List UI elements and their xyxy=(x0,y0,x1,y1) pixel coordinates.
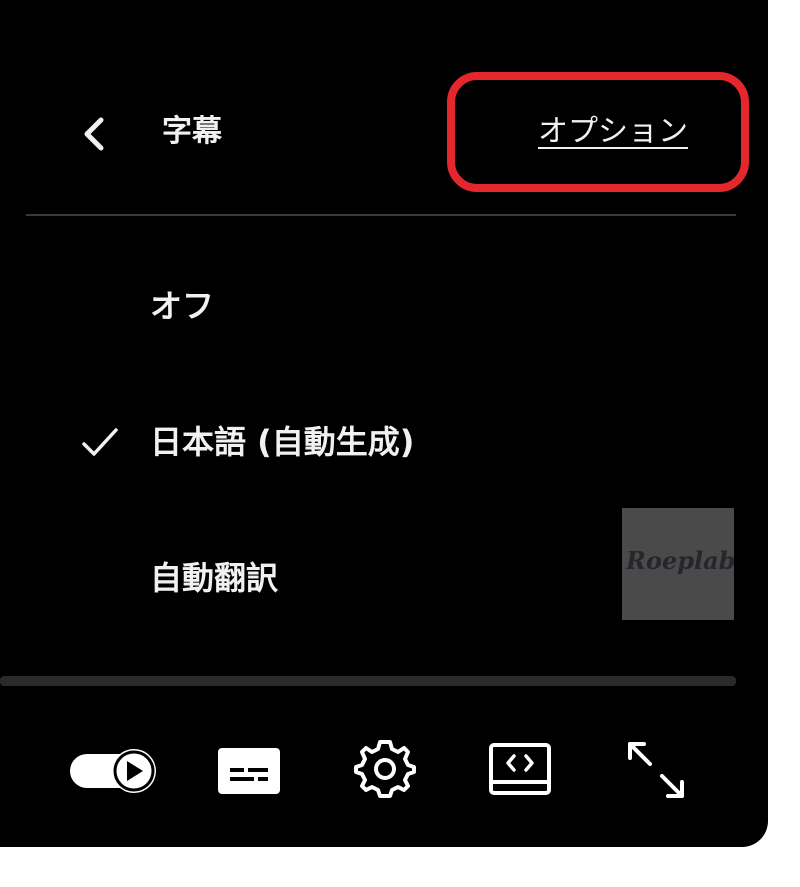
menu-header: 字幕 オプション xyxy=(0,0,768,215)
menu-item-off[interactable]: オフ xyxy=(0,256,768,356)
theater-mode-icon xyxy=(489,743,551,795)
autoplay-toggle-icon xyxy=(70,749,156,793)
options-link[interactable]: オプション xyxy=(538,110,688,154)
menu-item-label: 自動翻訳 xyxy=(150,559,279,597)
autoplay-toggle[interactable] xyxy=(70,748,158,794)
back-button[interactable] xyxy=(68,108,120,160)
menu-item-label: オフ xyxy=(150,287,215,325)
settings-button[interactable] xyxy=(352,736,418,802)
player-controls xyxy=(0,720,768,820)
theater-mode-button[interactable] xyxy=(488,742,552,796)
progress-bar[interactable] xyxy=(0,676,736,686)
subtitles-icon xyxy=(218,748,280,794)
menu-item-japanese-auto[interactable]: 日本語 (自動生成) xyxy=(0,392,768,492)
chevron-left-icon xyxy=(84,117,104,151)
header-divider xyxy=(26,214,736,216)
settings-gear-icon xyxy=(354,740,416,798)
menu-item-label: 日本語 (自動生成) xyxy=(150,423,415,461)
watermark-logo: Roeplab xyxy=(626,546,736,575)
subtitles-button[interactable] xyxy=(216,746,282,796)
menu-title: 字幕 xyxy=(162,114,222,149)
fullscreen-button[interactable] xyxy=(626,740,686,800)
watermark-thumbnail: Roeplab xyxy=(622,508,736,620)
checkmark-icon xyxy=(82,428,118,456)
subtitles-menu-panel: 字幕 オプション オフ 日本語 (自動生成) 自動翻訳 Roeplab xyxy=(0,0,768,847)
fullscreen-icon xyxy=(628,742,684,798)
